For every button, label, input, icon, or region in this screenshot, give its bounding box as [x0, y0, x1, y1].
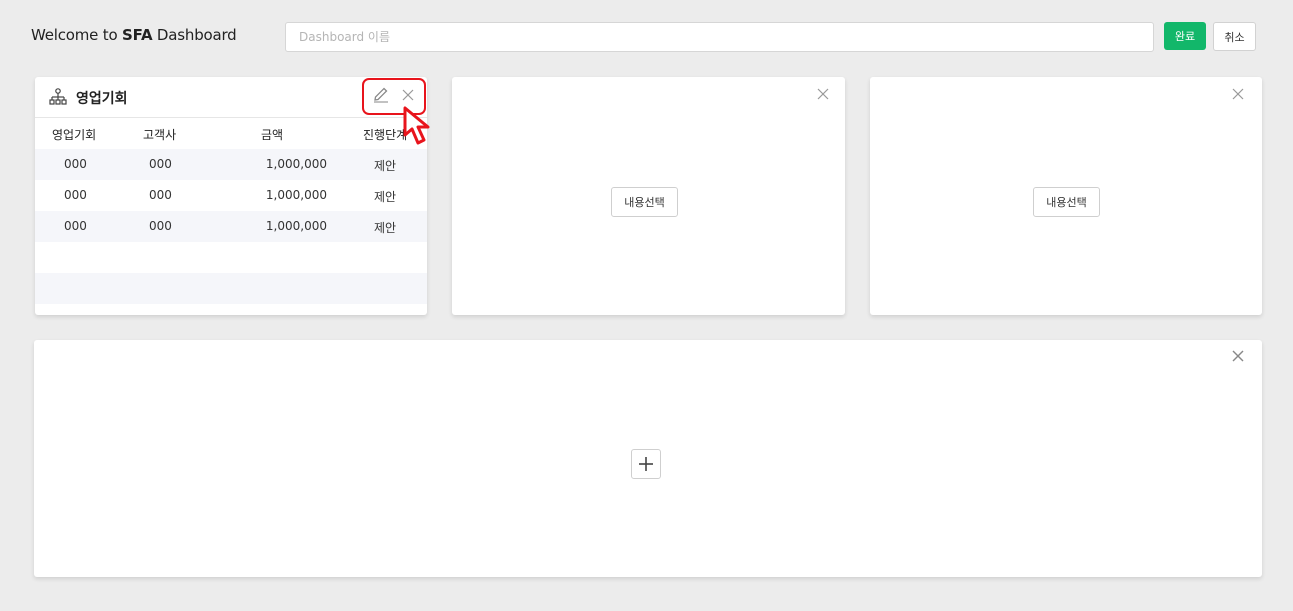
table-cell: 1,000,000	[265, 219, 327, 233]
close-icon[interactable]	[816, 87, 830, 101]
column-header: 금액	[261, 128, 284, 142]
table-row-empty	[35, 273, 427, 304]
add-widget-button[interactable]	[631, 449, 661, 479]
table-row[interactable]: 000 000 1,000,000 제안	[35, 180, 427, 211]
table-cell: 000	[149, 157, 172, 171]
table-row[interactable]: 000 000 1,000,000 제안	[35, 149, 427, 180]
plus-icon	[639, 457, 653, 471]
pencil-icon[interactable]	[372, 86, 390, 104]
page-title: Welcome to SFA Dashboard	[31, 26, 237, 44]
table-cell: 000	[64, 157, 87, 171]
table-row-empty	[35, 242, 427, 273]
column-header: 진행단계	[363, 128, 408, 142]
widget-header: 영업기회	[35, 77, 427, 118]
opportunity-table: 영업기회 고객사 금액 진행단계 000 000 1,000,000 제안 00…	[35, 118, 427, 304]
title-suffix: Dashboard	[152, 26, 237, 44]
close-icon[interactable]	[1231, 349, 1245, 363]
table-cell: 000	[149, 219, 172, 233]
table-header-row: 영업기회 고객사 금액 진행단계	[35, 118, 427, 149]
table-row[interactable]: 000 000 1,000,000 제안	[35, 211, 427, 242]
hierarchy-icon	[49, 88, 67, 105]
widget-opportunity: 영업기회 영업기회 고객사 금액 진행단계 000 000 1,000,000 …	[35, 77, 427, 315]
cancel-button[interactable]: 취소	[1213, 22, 1256, 51]
dashboard-name-input[interactable]	[285, 22, 1154, 52]
done-button[interactable]: 완료	[1164, 22, 1206, 50]
close-icon[interactable]	[401, 88, 415, 102]
table-cell: 1,000,000	[265, 157, 327, 171]
widget-add-area	[34, 340, 1262, 577]
table-cell: 제안	[374, 190, 397, 204]
table-cell: 제안	[374, 159, 397, 173]
widget-empty-2: 내용선택	[452, 77, 845, 315]
column-header: 고객사	[143, 128, 177, 142]
table-cell: 제안	[374, 221, 397, 235]
table-cell: 000	[149, 188, 172, 202]
title-brand: SFA	[122, 26, 153, 44]
title-prefix: Welcome to	[31, 26, 123, 44]
table-cell: 000	[64, 219, 87, 233]
widget-empty-3: 내용선택	[870, 77, 1262, 315]
widget-title: 영업기회	[76, 91, 128, 107]
table-cell: 1,000,000	[265, 188, 327, 202]
select-content-button[interactable]: 내용선택	[611, 187, 678, 217]
select-content-button[interactable]: 내용선택	[1033, 187, 1100, 217]
column-header: 영업기회	[52, 128, 97, 142]
table-cell: 000	[64, 188, 87, 202]
close-icon[interactable]	[1231, 87, 1245, 101]
